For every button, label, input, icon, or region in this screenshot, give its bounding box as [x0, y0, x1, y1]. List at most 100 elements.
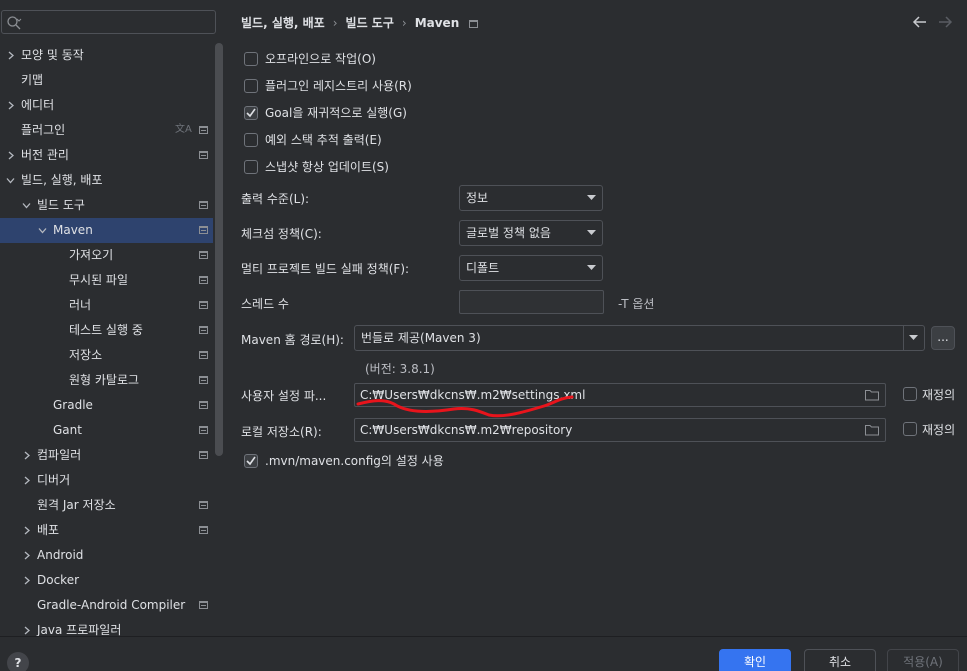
sidebar-item[interactable]: 플러그인 文A — [0, 118, 213, 143]
sidebar-item[interactable]: Gradle-Android Compiler — [0, 593, 213, 618]
local-repo-override-checkbox[interactable] — [903, 422, 917, 436]
checkmark-icon — [246, 108, 256, 118]
sidebar-item[interactable]: Gant — [0, 418, 213, 443]
folder-icon[interactable] — [865, 424, 879, 436]
sidebar-item[interactable]: 모양 및 동작 — [0, 43, 213, 68]
sidebar-item[interactable]: 컴파일러 — [0, 443, 213, 468]
sidebar-item-label: 원형 카탈로그 — [69, 373, 140, 387]
chevron-right-icon[interactable] — [20, 518, 32, 543]
local-repo-label: 로컬 저장소(R): — [241, 425, 322, 439]
checksum-policy-select[interactable]: 글로벌 정책 없음 — [459, 220, 603, 246]
sidebar-item[interactable]: 버전 관리 — [0, 143, 213, 168]
ok-button[interactable]: 확인 — [719, 649, 791, 671]
help-button[interactable]: ? — [7, 652, 29, 671]
output-level-select[interactable]: 정보 — [459, 185, 603, 211]
maven-home-label: Maven 홈 경로(H): — [241, 333, 344, 347]
snapshots-checkbox[interactable] — [244, 160, 258, 174]
breadcrumb-item: Maven — [414, 16, 460, 30]
chevron-down-icon — [587, 230, 596, 235]
maven-home-browse-button[interactable]: ... — [931, 326, 955, 350]
combo-divider — [903, 326, 904, 350]
apply-button[interactable]: 적용(A) — [887, 649, 959, 671]
sidebar-item[interactable]: Java 프로파일러 — [0, 618, 213, 636]
sidebar-item[interactable]: Maven — [0, 218, 213, 243]
cancel-button[interactable]: 취소 — [804, 649, 876, 671]
breadcrumb-separator-icon: › — [401, 16, 407, 30]
stack-traces-label: 예외 스택 추적 출력(E) — [265, 133, 382, 147]
mvn-config-checkbox[interactable] — [244, 454, 258, 468]
settings-tree: 모양 및 동작 키맵에디터플러그인 文A 버전 관리빌드, 실행, 배포빌드 도구 Ma… — [0, 43, 213, 636]
project-scope-icon — [199, 201, 208, 209]
plugin-registry-checkbox[interactable] — [244, 79, 258, 93]
project-scope-icon — [199, 426, 208, 434]
threads-input[interactable] — [459, 290, 604, 314]
sidebar-item-label: 테스트 실행 중 — [69, 323, 143, 337]
stack-traces-checkbox[interactable] — [244, 133, 258, 147]
offline-label: 오프라인으로 작업(O) — [265, 52, 376, 66]
sidebar-item[interactable]: 가져오기 — [0, 243, 213, 268]
threads-suffix: -T 옵션 — [618, 297, 655, 311]
sidebar-item-label: Maven — [53, 223, 93, 237]
sidebar-item-label: 배포 — [37, 523, 60, 537]
sidebar-item[interactable]: 배포 — [0, 518, 213, 543]
sidebar-item[interactable]: 저장소 — [0, 343, 213, 368]
chevron-right-icon[interactable] — [4, 143, 16, 168]
sidebar-item-label: 디버거 — [37, 473, 71, 487]
chevron-right-icon[interactable] — [20, 568, 32, 593]
threads-label: 스레드 수 — [241, 297, 289, 311]
sidebar-item[interactable]: Android — [0, 543, 213, 568]
sidebar-item[interactable]: 원형 카탈로그 — [0, 368, 213, 393]
project-scope-icon — [199, 526, 208, 534]
sidebar-item[interactable]: 빌드 도구 — [0, 193, 213, 218]
sidebar-item[interactable]: 테스트 실행 중 — [0, 318, 213, 343]
offline-checkbox[interactable] — [244, 52, 258, 66]
chevron-down-icon — [587, 265, 596, 270]
sidebar-item-label: 러너 — [69, 298, 92, 312]
maven-home-select[interactable]: 번들로 제공(Maven 3) — [354, 325, 925, 351]
sidebar-item[interactable]: 원격 Jar 저장소 — [0, 493, 213, 518]
search-input[interactable] — [1, 10, 216, 34]
chevron-right-icon[interactable] — [20, 543, 32, 568]
output-level-value: 정보 — [466, 191, 489, 205]
sidebar-scrollbar[interactable] — [215, 43, 223, 456]
forward-arrow-icon[interactable] — [937, 14, 953, 30]
sidebar-item-label: Java 프로파일러 — [37, 623, 122, 636]
project-scope-icon — [199, 226, 208, 234]
checkmark-icon — [246, 456, 256, 466]
back-arrow-icon[interactable] — [912, 14, 928, 30]
sidebar-item[interactable]: 러너 — [0, 293, 213, 318]
sidebar-item[interactable]: 키맵 — [0, 68, 213, 93]
local-repo-input[interactable]: C:₩Users₩dkcns₩.m2₩repository — [354, 418, 886, 442]
chevron-right-icon[interactable] — [20, 468, 32, 493]
sidebar-item[interactable]: Gradle — [0, 393, 213, 418]
sidebar-item[interactable]: 무시된 파일 — [0, 268, 213, 293]
chevron-down-icon[interactable] — [20, 193, 32, 218]
sidebar-item[interactable]: 디버거 — [0, 468, 213, 493]
chevron-down-icon[interactable] — [4, 168, 16, 193]
checksum-policy-label: 체크섬 정책(C): — [241, 227, 322, 241]
plugin-registry-label: 플러그인 레지스트리 사용(R) — [265, 79, 412, 93]
folder-icon[interactable] — [865, 389, 879, 401]
chevron-right-icon[interactable] — [4, 43, 16, 68]
sidebar-item-label: 원격 Jar 저장소 — [37, 498, 116, 512]
breadcrumb-item: 빌드 도구 — [345, 16, 394, 30]
recursive-goals-checkbox[interactable] — [244, 106, 258, 120]
sidebar-item-label: 빌드, 실행, 배포 — [21, 173, 103, 187]
project-scope-icon — [199, 301, 208, 309]
search-icon — [7, 16, 22, 30]
chevron-right-icon[interactable] — [20, 618, 32, 636]
sidebar-item[interactable]: 에디터 — [0, 93, 213, 118]
sidebar-item[interactable]: Docker — [0, 568, 213, 593]
sidebar-item-label: 저장소 — [69, 348, 103, 362]
chevron-down-icon[interactable] — [36, 218, 48, 243]
sidebar-item[interactable]: 빌드, 실행, 배포 — [0, 168, 213, 193]
chevron-right-icon[interactable] — [4, 93, 16, 118]
project-scope-icon — [199, 401, 208, 409]
sidebar-item-label: 에디터 — [21, 98, 55, 112]
user-settings-override-label: 재정의 — [922, 388, 956, 402]
chevron-right-icon[interactable] — [20, 443, 32, 468]
multiproject-fail-select[interactable]: 디폴트 — [459, 255, 603, 281]
sidebar-item-label: Docker — [37, 573, 80, 587]
project-scope-icon — [199, 351, 208, 359]
user-settings-override-checkbox[interactable] — [903, 387, 917, 401]
